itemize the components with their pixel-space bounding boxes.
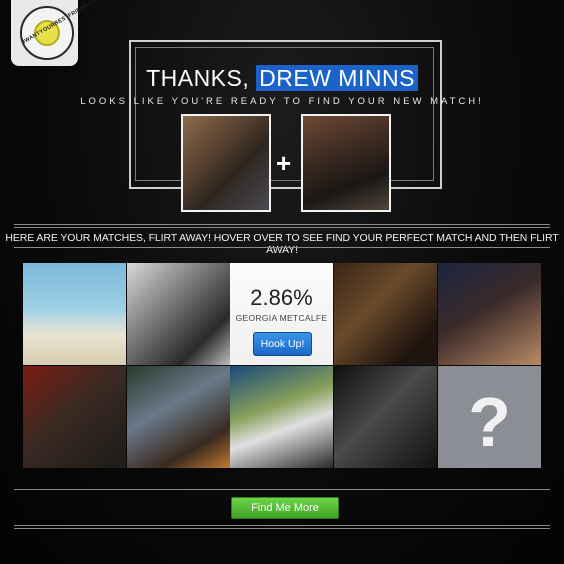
divider-top-inner [14, 227, 550, 228]
match-tile[interactable] [127, 366, 230, 468]
page-title: THANKS, DREW MINNS [0, 65, 564, 92]
match-tile[interactable] [23, 366, 126, 468]
match-tile[interactable] [334, 366, 437, 468]
page-subtitle: LOOKS LIKE YOU'RE READY TO FIND YOUR NEW… [80, 96, 484, 107]
divider-top [14, 224, 550, 225]
divider-footer [14, 525, 550, 526]
find-more-button[interactable]: Find Me More [231, 497, 339, 519]
question-mark-icon: ? [468, 383, 511, 461]
logo-seal-icon: IWANTYOURBESTFRIEND.COM [20, 0, 103, 60]
match-tile[interactable] [230, 366, 333, 468]
divider-bottom [14, 489, 550, 490]
divider-footer-inner [14, 528, 550, 529]
match-hover-card[interactable]: 2.86% GEORGIA METCALFE Hook Up! [230, 263, 333, 365]
unknown-match-tile[interactable]: ? [438, 366, 541, 468]
matches-instruction: HERE ARE YOUR MATCHES, FLIRT AWAY! HOVER… [5, 232, 559, 256]
match-tile[interactable] [23, 263, 126, 365]
user-name-highlight: DREW MINNS [256, 65, 418, 91]
user-photo [181, 114, 271, 212]
match-tile[interactable] [127, 263, 230, 365]
friend-photo [301, 114, 391, 212]
matches-grid: 2.86% GEORGIA METCALFE Hook Up! ? [23, 263, 541, 468]
match-tile[interactable] [438, 263, 541, 365]
site-logo[interactable]: IWANTYOURBESTFRIEND.COM [11, 0, 103, 66]
plus-icon: + [276, 148, 292, 178]
match-tile[interactable] [334, 263, 437, 365]
divider-instruction [14, 247, 550, 248]
hook-up-button[interactable]: Hook Up! [253, 332, 312, 356]
match-percentage: 2.86% [250, 285, 313, 310]
title-prefix: THANKS, [146, 65, 250, 91]
match-name: GEORGIA METCALFE [235, 313, 328, 323]
